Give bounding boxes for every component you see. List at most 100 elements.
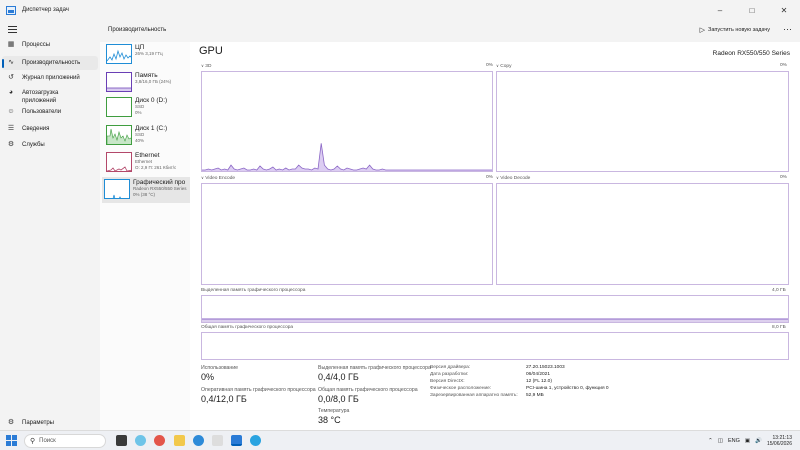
- nav-item-label: Пользователи: [22, 109, 62, 115]
- resource-cpu[interactable]: ЦП 26% 3,19 ГГц: [104, 42, 190, 68]
- driver-date-value: 06/04/2021: [526, 372, 551, 377]
- resource-disk-0[interactable]: Диск 0 (D:) SSD 0%: [104, 95, 190, 121]
- window-controls: – □ ✕: [704, 0, 800, 20]
- resource-name: Диск 0 (D:): [135, 97, 168, 104]
- resource-name: Ethernet: [135, 152, 160, 159]
- display-icon[interactable]: ▣: [745, 438, 750, 444]
- title-bar: Диспетчер задач – □ ✕: [0, 0, 800, 20]
- nav-item-services[interactable]: ⚙ Службы: [2, 141, 98, 153]
- disk1-sparkline: [107, 128, 131, 144]
- resource-detail: 26% 3,19 ГГц: [135, 51, 163, 56]
- engine-video-decode-graph: [496, 183, 789, 285]
- cpu-thumbnail: [106, 44, 132, 64]
- network-icon[interactable]: ◫: [718, 438, 723, 444]
- reserved-memory-key: Зарезервированная аппаратно память:: [430, 393, 518, 398]
- cpu-sparkline: [107, 49, 131, 62]
- resource-name: Диск 1 (C:): [135, 125, 168, 132]
- reserved-memory-value: 52,9 МБ: [526, 393, 544, 398]
- disk0-thumbnail: [106, 97, 132, 117]
- resource-detail: Radeon RX550/550 Series: [133, 186, 187, 191]
- resource-disk-1[interactable]: Диск 1 (C:) SSD 40%: [104, 123, 190, 149]
- gear-icon: ⚙: [7, 141, 15, 148]
- nav-item-label: Службы: [22, 142, 45, 148]
- start-button[interactable]: [6, 435, 17, 446]
- volume-icon[interactable]: 🔊: [755, 438, 762, 444]
- engine-copy-graph: [496, 71, 789, 172]
- task-view-icon[interactable]: [116, 435, 127, 446]
- engine-video-decode-label[interactable]: ∨ Video Decode: [496, 175, 530, 181]
- resource-gpu[interactable]: Графический про Radeon RX550/550 Series …: [102, 177, 190, 203]
- more-options-button[interactable]: ···: [783, 24, 792, 34]
- resource-detail: 0%: [135, 109, 142, 115]
- page-title: Производительность: [108, 27, 167, 33]
- nav-item-startup-apps[interactable]: ◕ Автозагрузка приложений: [2, 89, 98, 107]
- nav-item-performance[interactable]: ∿ Производительность: [2, 56, 98, 70]
- nav-item-label: Процессы: [22, 42, 51, 48]
- history-icon: ↺: [8, 74, 14, 81]
- dedicated-memory-label: Выделенная память графического процессор…: [201, 288, 306, 293]
- file-explorer-icon[interactable]: [174, 435, 185, 446]
- close-button[interactable]: ✕: [768, 0, 800, 20]
- chrome-icon[interactable]: [154, 435, 165, 446]
- engine-video-encode-percent: 0%: [486, 175, 493, 180]
- nav-item-label: Производительность: [22, 60, 81, 66]
- engine-3d-area: [202, 143, 492, 171]
- store-icon[interactable]: [212, 435, 223, 446]
- edge-icon[interactable]: [193, 435, 204, 446]
- menu-icon[interactable]: [8, 22, 22, 36]
- gpu-sparkline: [112, 194, 121, 198]
- temperature-value: 38 °C: [318, 415, 341, 425]
- gpu-thumbnail: [104, 179, 130, 199]
- engine-video-encode-label[interactable]: ∨ Video Encode: [201, 175, 235, 181]
- pulse-icon: ∿: [8, 59, 14, 66]
- resource-memory[interactable]: Память 3,8/16,0 ГБ (24%): [104, 70, 190, 96]
- shared-memory-label: Общая память графического процессора: [201, 325, 294, 330]
- gpu-model: Radeon RX550/550 Series: [712, 50, 790, 57]
- task-manager-taskbar-icon[interactable]: [231, 435, 242, 446]
- clock[interactable]: 13:21:13 15/06/2026: [767, 435, 792, 448]
- system-tray: ⌃ ◫ ENG ▣ 🔊 13:21:13 15/06/2026: [708, 431, 800, 450]
- utilization-label: Использование: [201, 365, 239, 371]
- telegram-icon[interactable]: [250, 435, 261, 446]
- engine-3d-graph: [201, 71, 493, 172]
- taskbar: ⚲ Поиск ⌃ ◫ ENG ▣ 🔊 13:21:13 15/06/2026: [0, 430, 800, 450]
- engine-video-encode-graph: [201, 183, 493, 285]
- grid-icon: ▦: [7, 41, 15, 48]
- memory-sparkline: [107, 87, 131, 91]
- physical-location-value: PCI-шина 1, устройство 0, функция 0: [526, 386, 609, 391]
- nav-item-users[interactable]: ☺ Пользователи: [2, 108, 98, 120]
- engine-copy-label[interactable]: ∨ Copy: [496, 63, 511, 69]
- run-new-task-button[interactable]: ▷ Запустить новую задачу: [700, 26, 770, 34]
- clock-date: 15/06/2026: [766, 441, 792, 447]
- list-icon: ☰: [7, 125, 15, 132]
- temperature-label: Температура: [318, 408, 350, 414]
- nav-item-processes[interactable]: ▦ Процессы: [2, 41, 98, 53]
- gpu-title: GPU: [199, 45, 223, 57]
- resource-detail: 0% (38 °C): [133, 191, 156, 197]
- maximize-button[interactable]: □: [736, 0, 768, 20]
- nav-item-details[interactable]: ☰ Сведения: [2, 125, 98, 137]
- disk1-thumbnail: [106, 125, 132, 145]
- engine-3d-label[interactable]: ∨ 3D: [201, 63, 211, 69]
- lang-indicator[interactable]: ENG: [728, 438, 740, 444]
- minimize-button[interactable]: –: [704, 0, 736, 20]
- memory-thumbnail: [106, 72, 132, 92]
- gear-icon: ⚙: [7, 419, 15, 426]
- shared-stat-value: 0,0/8,0 ГБ: [318, 394, 359, 404]
- gpu-memory-value: 0,4/12,0 ГБ: [201, 394, 247, 404]
- nav-item-label: Журнал приложений: [22, 75, 80, 81]
- run-task-icon: ▷: [699, 27, 706, 34]
- resource-ethernet[interactable]: Ethernet Ethernet О: 2,9 П: 261 Кбит/с: [104, 150, 190, 176]
- search-icon: ⚲: [30, 438, 36, 445]
- taskbar-search[interactable]: ⚲ Поиск: [24, 434, 106, 448]
- nav-item-app-history[interactable]: ↺ Журнал приложений: [2, 74, 98, 86]
- ethernet-sparkline: [107, 166, 131, 171]
- chevron-up-icon[interactable]: ⌃: [708, 438, 713, 444]
- nav-sidebar: ▦ Процессы ∿ Производительность ↺ Журнал…: [0, 20, 100, 430]
- engine-video-decode-percent: 0%: [780, 175, 787, 180]
- gpu-memory-label: Оперативная память графического процессо…: [201, 387, 316, 393]
- widgets-icon[interactable]: [135, 435, 146, 446]
- nav-item-label: Сведения: [22, 126, 50, 132]
- nav-item-label: Автозагрузка приложений: [22, 90, 59, 104]
- engine-3d-chart: [202, 143, 492, 171]
